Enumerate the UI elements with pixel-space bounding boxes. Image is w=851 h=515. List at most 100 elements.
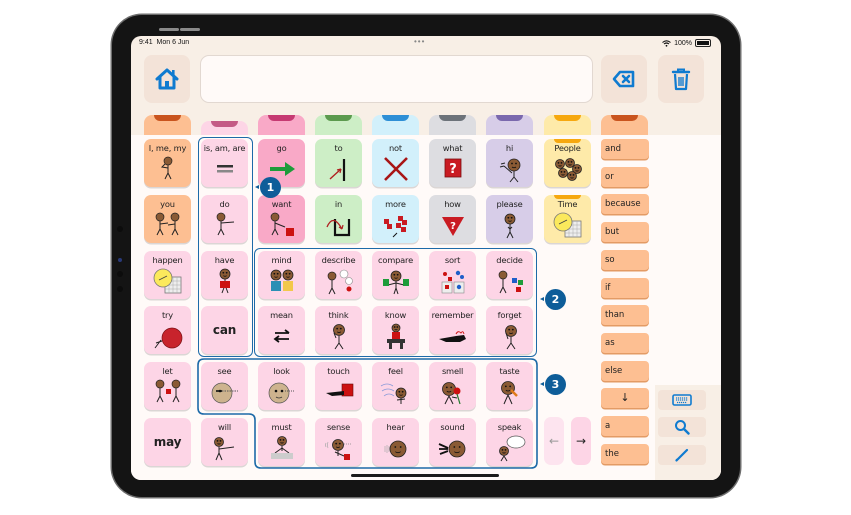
group-badge-3[interactable]: 3 (540, 374, 566, 395)
tile-let[interactable]: let (144, 362, 191, 410)
backspace-icon (612, 70, 635, 88)
pencil-icon (675, 448, 689, 462)
tile-want[interactable]: want (258, 195, 305, 243)
word-or[interactable]: or (601, 166, 649, 187)
tile-label: may (153, 435, 182, 449)
category-tab-negation[interactable] (372, 115, 419, 137)
tile-label: please (496, 199, 523, 209)
tile-time[interactable]: Time (544, 195, 591, 243)
group-bracket-3 (197, 358, 538, 469)
word-else[interactable]: else (601, 360, 649, 381)
tile-hi[interactable]: hi (486, 139, 533, 187)
battery-icon (695, 39, 711, 47)
group-bracket-1 (198, 137, 253, 357)
tile-not[interactable]: not (372, 139, 419, 187)
group-bracket-2 (254, 248, 537, 357)
word-than[interactable]: than (601, 305, 649, 326)
category-tab-prepositions[interactable] (315, 115, 362, 137)
message-bar[interactable] (200, 55, 593, 103)
question-triangle-icon: ? (436, 211, 470, 239)
category-tab-social[interactable] (486, 115, 533, 137)
svg-text:?: ? (449, 162, 457, 177)
battery-percent: 100% (674, 39, 692, 47)
person-pointing-self-icon (151, 155, 185, 183)
person-reaching-icon (265, 211, 299, 239)
tab-notch (439, 115, 466, 121)
tile-label: you (160, 199, 175, 209)
category-tab-connectives[interactable] (601, 115, 648, 137)
arrow-left-icon: ← (548, 434, 560, 448)
tile-label: to (334, 143, 343, 153)
app-screen: 9:41 Mon 6 Jun ••• 100% I, me, my is, am,… (131, 36, 721, 480)
arrow-to-line-icon (322, 155, 356, 183)
category-tab-topics[interactable] (544, 115, 591, 137)
tile-happen[interactable]: happen (144, 251, 191, 299)
tile-you[interactable]: you (144, 195, 191, 243)
arrow-into-box-icon (322, 211, 356, 239)
keyboard-button[interactable] (658, 390, 706, 410)
tile-label: want (271, 199, 292, 209)
device-button (180, 28, 200, 31)
tile-label: Time (557, 199, 578, 209)
page-next-button[interactable]: → (571, 417, 591, 465)
word-if[interactable]: if (601, 277, 649, 298)
search-icon (675, 420, 690, 435)
word-so[interactable]: so (601, 249, 649, 270)
tab-notch (382, 115, 409, 121)
home-icon (155, 68, 179, 90)
group-badge-2[interactable]: 2 (540, 289, 566, 310)
tile-label: what (442, 143, 463, 153)
clear-button[interactable] (658, 55, 704, 103)
category-tab-questions[interactable] (429, 115, 476, 137)
camera (118, 258, 122, 262)
clock-calendar-icon (551, 211, 585, 239)
tile-try[interactable]: try (144, 306, 191, 354)
edit-button[interactable] (658, 445, 706, 465)
page-prev-button[interactable]: ← (544, 417, 564, 465)
word-because[interactable]: because (601, 194, 649, 215)
arrow-right-icon: → (575, 434, 587, 448)
person-please-icon (493, 211, 527, 239)
red-cross-icon (379, 155, 413, 183)
tab-notch (154, 115, 181, 121)
status-time: 9:41 Mon 6 Jun (139, 39, 190, 46)
search-button[interactable] (658, 417, 706, 437)
device-button (159, 28, 179, 31)
sensor (117, 226, 123, 232)
keyboard-icon (672, 394, 692, 406)
word-a[interactable]: a (601, 416, 649, 436)
person-waving-icon (493, 155, 527, 183)
tile-label: in (334, 199, 343, 209)
backspace-button[interactable] (601, 55, 647, 103)
tile-in[interactable]: in (315, 195, 362, 243)
tab-notch (268, 115, 295, 121)
tab-notch (211, 121, 238, 127)
tile-i-me-my[interactable]: I, me, my (144, 139, 191, 187)
tab-notch (554, 115, 581, 121)
tile-people[interactable]: People (544, 139, 591, 187)
home-indicator[interactable] (351, 474, 499, 477)
tile-may[interactable]: may (144, 418, 191, 466)
tile-label: how (444, 199, 461, 209)
tile-please[interactable]: please (486, 195, 533, 243)
home-button[interactable] (144, 55, 190, 103)
tile-to[interactable]: to (315, 139, 362, 187)
group-badge-1[interactable]: 1 (255, 177, 281, 198)
folder-notch (554, 139, 581, 143)
tile-label: I, me, my (148, 143, 187, 153)
word-and[interactable]: and (601, 139, 649, 159)
word-but[interactable]: but (601, 222, 649, 243)
clock-calendar-icon (151, 267, 185, 295)
tile-more[interactable]: more (372, 195, 419, 243)
tile-what[interactable]: what? (429, 139, 476, 187)
tile-label: more (385, 199, 406, 209)
word-the[interactable]: the (601, 443, 649, 464)
category-tab-pronouns[interactable] (144, 115, 191, 137)
word-as[interactable]: as (601, 332, 649, 353)
status-right: 100% (662, 39, 711, 47)
word-list-more-button[interactable]: ↓ (601, 388, 649, 409)
tile-how[interactable]: how? (429, 195, 476, 243)
multitask-dots[interactable]: ••• (414, 37, 425, 46)
tab-notch (496, 115, 523, 121)
category-tab-verbs[interactable] (258, 115, 305, 137)
